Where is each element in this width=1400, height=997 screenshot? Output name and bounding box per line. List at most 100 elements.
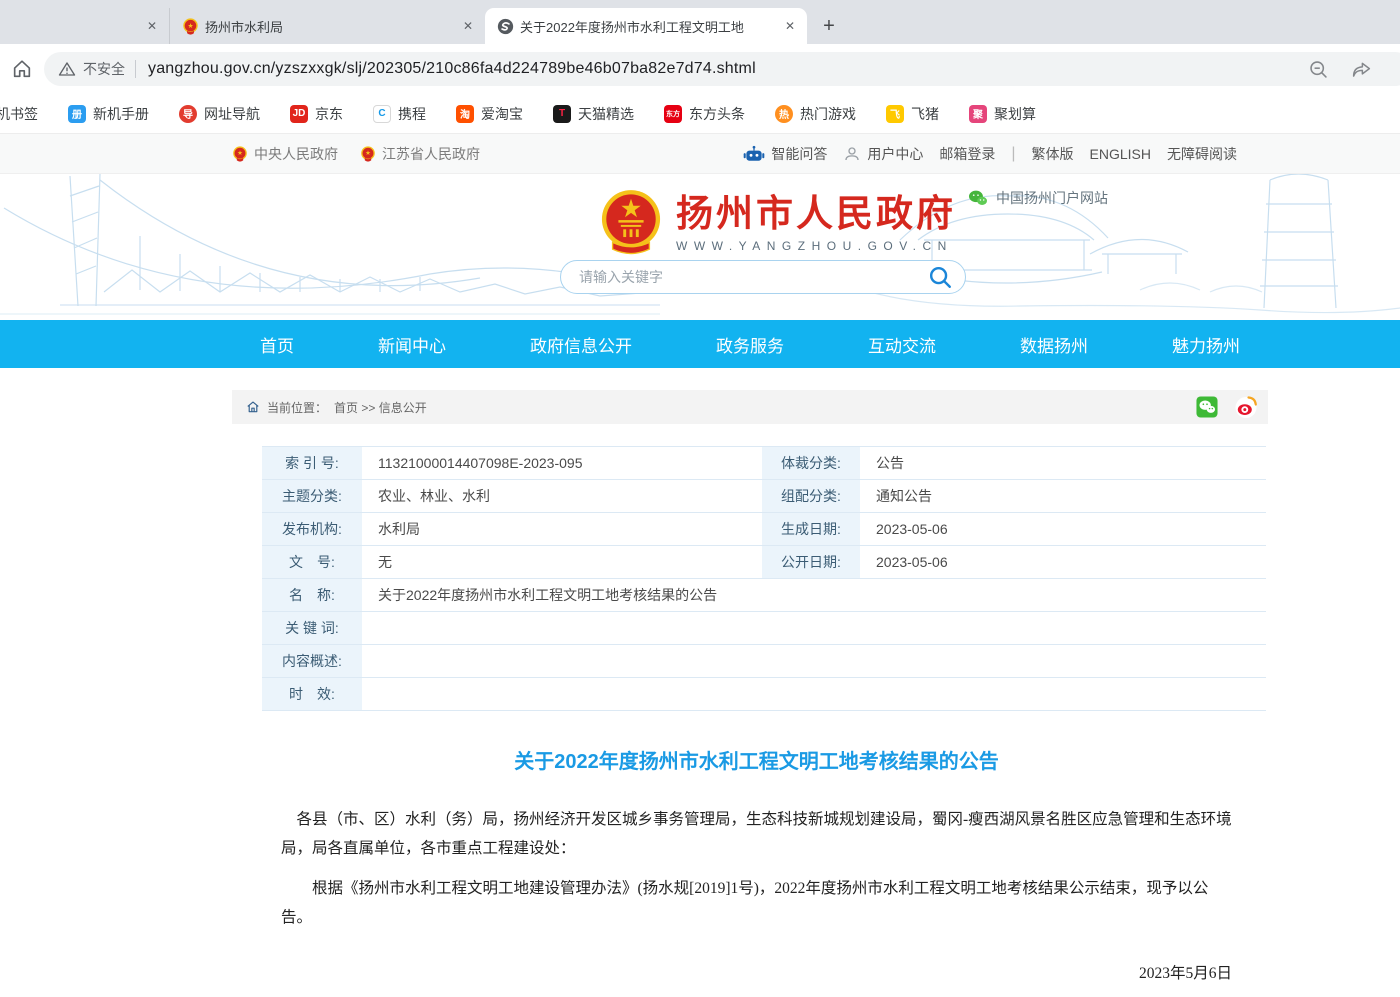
meta-value: 11321000014407098E-2023-095 xyxy=(364,447,760,479)
meta-value xyxy=(364,612,1266,644)
nav-item-info-disclosure[interactable]: 政府信息公开 xyxy=(530,332,632,357)
bookmark-label: 新机手册 xyxy=(93,104,149,124)
link-jiangsu-gov[interactable]: ★ 江苏省人民政府 xyxy=(360,144,480,164)
bookmark-favicon: 聚 xyxy=(969,105,987,123)
share-icon[interactable] xyxy=(1351,59,1372,80)
bookmark-item[interactable]: 机书签 xyxy=(0,104,38,124)
bookmark-item[interactable]: C 携程 xyxy=(373,104,426,124)
tab-close-icon[interactable]: ✕ xyxy=(781,17,799,35)
security-label: 不安全 xyxy=(83,59,125,79)
url-text[interactable]: yangzhou.gov.cn/yzszxxgk/slj/202305/210c… xyxy=(148,60,1308,78)
nav-item-news[interactable]: 新闻中心 xyxy=(378,332,446,357)
home-button[interactable] xyxy=(0,58,44,80)
nav-item-services[interactable]: 政务服务 xyxy=(716,332,784,357)
nav-item-home[interactable]: 首页 xyxy=(260,332,294,357)
table-row: 主题分类: 农业、林业、水利 组配分类: 通知公告 xyxy=(262,480,1266,513)
svg-text:★: ★ xyxy=(365,150,371,157)
meta-value: 2023-05-06 xyxy=(862,513,1266,545)
breadcrumb-path[interactable]: 首页 >> 信息公开 xyxy=(334,399,427,416)
national-emblem-icon: ★ xyxy=(232,146,248,162)
browser-tab-strip: ✕ ★ 扬州市水利局 ✕ 关于2022年度扬州市水利工程文明工地 ✕ + xyxy=(0,0,1400,44)
site-name: 扬州市人民政府 xyxy=(676,193,956,236)
tab-title: 扬州市水利局 xyxy=(205,17,453,36)
meta-value: 公告 xyxy=(862,447,1266,479)
tab-2[interactable]: ★ 扬州市水利局 ✕ xyxy=(170,8,485,44)
zoom-out-icon[interactable] xyxy=(1308,59,1329,80)
document-meta-table: 索 引 号: 11321000014407098E-2023-095 体裁分类:… xyxy=(262,446,1266,711)
bookmark-favicon: 飞 xyxy=(886,105,904,123)
meta-label: 名 称: xyxy=(262,579,364,611)
bookmark-item[interactable]: T 天猫精选 xyxy=(553,104,634,124)
bookmark-label: 网址导航 xyxy=(204,104,260,124)
meta-value: 通知公告 xyxy=(862,480,1266,512)
bookmark-label: 携程 xyxy=(398,104,426,124)
national-emblem-logo xyxy=(600,188,662,258)
bookmark-favicon: 导 xyxy=(179,105,197,123)
weibo-share-icon[interactable] xyxy=(1234,395,1258,419)
breadcrumb-prefix: 当前位置： xyxy=(267,399,327,416)
search-input[interactable] xyxy=(579,269,927,285)
nav-item-interaction[interactable]: 互动交流 xyxy=(868,332,936,357)
bridge-sketch-decoration xyxy=(0,174,660,320)
security-warning-icon xyxy=(58,60,76,78)
portal-link[interactable]: 中国扬州门户网站 xyxy=(968,188,1108,208)
tab-close-icon[interactable]: ✕ xyxy=(143,17,161,35)
bookmark-favicon: C xyxy=(373,105,391,123)
bookmark-label: 热门游戏 xyxy=(800,104,856,124)
link-english[interactable]: ENGLISH xyxy=(1090,146,1151,162)
bookmark-item[interactable]: 东方 东方头条 xyxy=(664,104,745,124)
site-logo[interactable]: 扬州市人民政府 WWW.YANGZHOU.GOV.CN xyxy=(600,188,956,258)
meta-value: 农业、林业、水利 xyxy=(364,480,760,512)
meta-label: 内容概述: xyxy=(262,645,364,677)
meta-value xyxy=(364,645,1266,677)
link-accessible[interactable]: 无障碍阅读 xyxy=(1167,144,1237,164)
meta-value xyxy=(364,678,1266,710)
site-banner: 扬州市人民政府 WWW.YANGZHOU.GOV.CN 中国扬州门户网站 xyxy=(0,174,1400,320)
bookmark-item[interactable]: 淘 爱淘宝 xyxy=(456,104,523,124)
link-smart-qa[interactable]: 智能问答 xyxy=(743,144,827,164)
table-row: 索 引 号: 11321000014407098E-2023-095 体裁分类:… xyxy=(262,447,1266,480)
new-tab-button[interactable]: + xyxy=(815,12,843,40)
bookmark-item[interactable]: 册 新机手册 xyxy=(68,104,149,124)
link-label: 中央人民政府 xyxy=(254,144,338,164)
tab-title: 关于2022年度扬州市水利工程文明工地 xyxy=(520,17,775,36)
nav-item-charm[interactable]: 魅力扬州 xyxy=(1172,332,1240,357)
link-traditional[interactable]: 繁体版 xyxy=(1032,144,1074,164)
tab-1[interactable]: ✕ xyxy=(0,8,170,44)
bookmark-label: 飞猪 xyxy=(911,104,939,124)
meta-value: 水利局 xyxy=(364,513,760,545)
search-icon[interactable] xyxy=(927,264,953,290)
wechat-share-icon[interactable] xyxy=(1196,396,1218,418)
wechat-icon xyxy=(968,189,988,207)
browser-address-bar: 不安全 yangzhou.gov.cn/yzszxxgk/slj/202305/… xyxy=(0,44,1400,94)
meta-label: 公开日期: xyxy=(760,546,862,578)
table-row: 文 号: 无 公开日期: 2023-05-06 xyxy=(262,546,1266,579)
site-search xyxy=(560,260,966,294)
bookmark-item[interactable]: 热 热门游戏 xyxy=(775,104,856,124)
page-content: 当前位置： 首页 >> 信息公开 xyxy=(232,368,1268,997)
tab-close-icon[interactable]: ✕ xyxy=(459,17,477,35)
meta-label: 组配分类: xyxy=(760,480,862,512)
nav-item-data[interactable]: 数据扬州 xyxy=(1020,332,1088,357)
bookmark-item[interactable]: JD 京东 xyxy=(290,104,343,124)
gov-top-strip: ★ 中央人民政府 ★ 江苏省人民政府 xyxy=(0,134,1400,174)
portal-label: 中国扬州门户网站 xyxy=(996,188,1108,208)
bookmark-item[interactable]: 飞 飞猪 xyxy=(886,104,939,124)
url-omnibox[interactable]: 不安全 yangzhou.gov.cn/yzszxxgk/slj/202305/… xyxy=(44,52,1400,86)
link-user-center[interactable]: 用户中心 xyxy=(843,144,923,164)
meta-label: 主题分类: xyxy=(262,480,364,512)
meta-label: 关 键 词: xyxy=(262,612,364,644)
meta-value: 关于2022年度扬州市水利工程文明工地考核结果的公告 xyxy=(364,579,1266,611)
link-label: 智能问答 xyxy=(771,144,827,164)
article-date: 2023年5月6日 xyxy=(281,961,1232,983)
meta-label: 发布机构: xyxy=(262,513,364,545)
home-icon xyxy=(11,58,33,80)
link-central-gov[interactable]: ★ 中央人民政府 xyxy=(232,144,338,164)
link-mail-login[interactable]: 邮箱登录 xyxy=(939,144,995,164)
bookmark-label: 机书签 xyxy=(0,104,38,124)
bookmark-item[interactable]: 聚 聚划算 xyxy=(969,104,1036,124)
robot-icon xyxy=(743,144,765,164)
bookmark-item[interactable]: 导 网址导航 xyxy=(179,104,260,124)
svg-text:★: ★ xyxy=(237,150,243,157)
tab-3-active[interactable]: 关于2022年度扬州市水利工程文明工地 ✕ xyxy=(485,8,807,44)
